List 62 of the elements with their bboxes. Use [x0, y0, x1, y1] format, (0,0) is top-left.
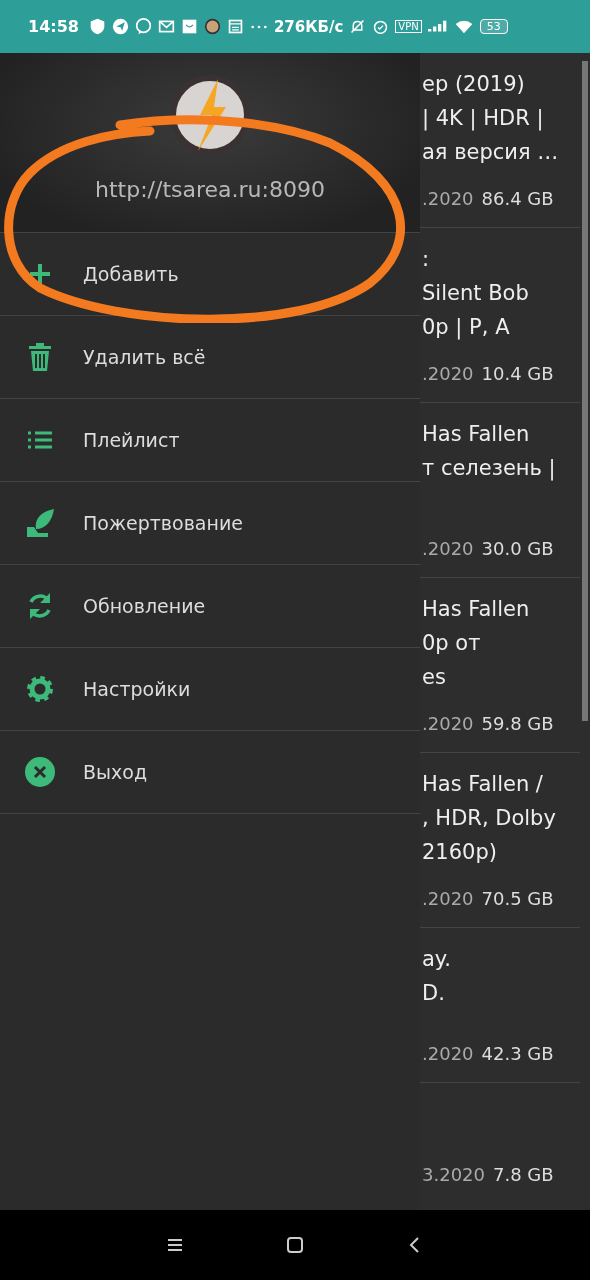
- torrent-date: .2020: [422, 538, 474, 559]
- torrent-title: :: [422, 246, 431, 273]
- menu-item[interactable]: Выход: [0, 731, 420, 814]
- signal-icon: [427, 19, 448, 34]
- menu-item[interactable]: Плейлист: [0, 399, 420, 482]
- menu-item[interactable]: Настройки: [0, 648, 420, 731]
- torrent-size: 86.4 GB: [481, 188, 554, 209]
- torrent-title: ер (2019): [422, 71, 526, 98]
- torrent-date: .2020: [422, 713, 474, 734]
- server-url: http://tsarea.ru:8090: [95, 177, 325, 202]
- torrent-date: 3.2020: [422, 1164, 485, 1185]
- battery-icon: 53: [479, 19, 508, 34]
- torrent-title: ay.: [422, 946, 452, 973]
- torrent-title: Silent Bob: [422, 280, 530, 307]
- torrent-row[interactable]: Has Fallen / , HDR, Dolby 2160p) .2020 70.5 GB: [420, 753, 580, 928]
- torrent-row[interactable]: Has Fallen 0p от es .2020 59.8 GB: [420, 578, 580, 753]
- torrent-size: 30.0 GB: [481, 538, 554, 559]
- torrent-row[interactable]: : Silent Bob 0p | P, A .2020 10.4 GB: [420, 228, 580, 403]
- torrent-title: es: [422, 664, 447, 691]
- wifi-icon: [453, 19, 474, 34]
- bell-muted-icon: [349, 18, 367, 35]
- clock: 14:58: [28, 17, 79, 36]
- alarm-icon: [372, 18, 390, 35]
- torrent-row[interactable]: ер (2019) | 4K | HDR | ая версия … .2020 86.4 GB: [420, 53, 580, 228]
- torrent-title: т селезень |: [422, 455, 557, 483]
- torrent-date: .2020: [422, 363, 474, 384]
- menu-item[interactable]: Обновление: [0, 565, 420, 648]
- torrent-size: 70.5 GB: [481, 888, 554, 909]
- torrent-title: 0p | P, A: [422, 314, 511, 342]
- menu-item[interactable]: Пожертвование: [0, 482, 420, 565]
- shield-icon: [88, 18, 106, 35]
- leaf-hand-icon: [24, 507, 56, 539]
- menu-item[interactable]: Удалить всё: [0, 316, 420, 399]
- torrent-title: 0p от: [422, 630, 482, 657]
- torrent-row[interactable]: Has Fallen т селезень | .2020 30.0 GB: [420, 403, 580, 578]
- close-icon: [24, 756, 56, 788]
- torrent-size: 10.4 GB: [481, 363, 554, 384]
- torrent-title: Has Fallen: [422, 421, 531, 448]
- torrent-title: 2160p): [422, 839, 498, 866]
- torrent-size: 7.8 GB: [493, 1164, 554, 1185]
- network-speed: 276КБ/с: [273, 17, 344, 36]
- torrent-date: .2020: [422, 1043, 474, 1064]
- torrent-row[interactable]: ay. D. .2020 42.3 GB: [420, 928, 580, 1083]
- torrent-size: 59.8 GB: [481, 713, 554, 734]
- torrent-size: 42.3 GB: [481, 1043, 554, 1064]
- more-icon: [249, 23, 268, 30]
- calendar-icon: [226, 18, 244, 35]
- torrent-title: Has Fallen: [422, 596, 531, 623]
- settings-icon: [24, 673, 56, 705]
- torrent-title: Has Fallen /: [422, 771, 544, 798]
- torrent-title: , HDR, Dolby: [422, 805, 557, 832]
- vpn-badge: VPN: [395, 20, 422, 33]
- home-icon[interactable]: [285, 1235, 305, 1255]
- torrent-date: .2020: [422, 888, 474, 909]
- menu-item[interactable]: Добавить: [0, 233, 420, 316]
- torrent-row[interactable]: 3.2020 7.8 GB: [420, 1083, 580, 1203]
- torrent-title: D.: [422, 980, 446, 1007]
- torrent-date: .2020: [422, 188, 474, 209]
- send-icon: [111, 18, 129, 35]
- torrent-title: | 4K | HDR |: [422, 105, 545, 133]
- mail-icon: [157, 18, 175, 35]
- torrent-title: ая версия …: [422, 139, 560, 166]
